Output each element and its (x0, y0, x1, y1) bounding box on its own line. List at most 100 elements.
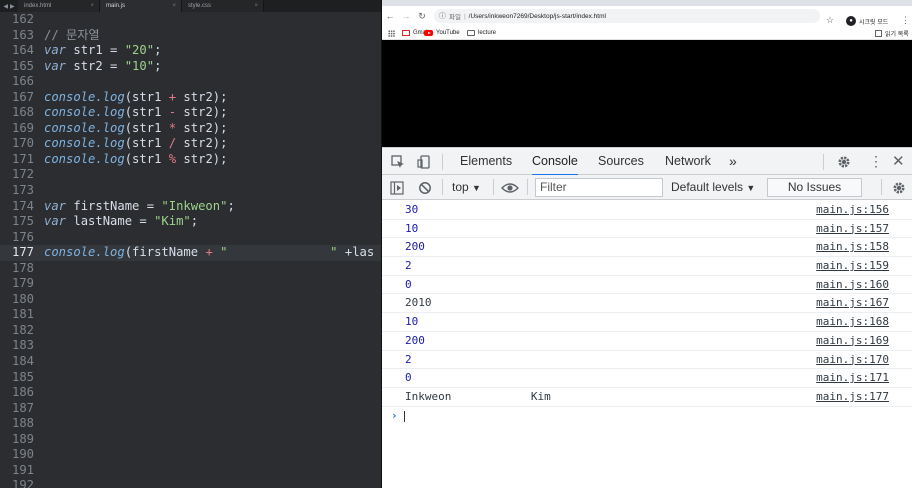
bookmark-youtube[interactable]: YouTube (424, 28, 460, 38)
code-line[interactable]: 186 (0, 385, 381, 401)
code-line[interactable]: 189 (0, 432, 381, 448)
console-message: 10 main.js:168 (382, 313, 912, 332)
arrow-right-icon[interactable]: ▶ (10, 3, 15, 10)
code-line[interactable]: 173 (0, 183, 381, 199)
editor-tab-style-css[interactable]: style.css × (182, 0, 264, 12)
code-line[interactable]: 175 var lastName = "Kim"; (0, 214, 381, 230)
code-text: console.log(str1 + str2); (44, 89, 228, 104)
more-tabs-button[interactable]: » (729, 148, 737, 176)
console-value: 2 (405, 352, 412, 366)
live-expression-eye-icon[interactable] (501, 181, 519, 195)
code-line[interactable]: 191 (0, 463, 381, 479)
source-link[interactable]: main.js:160 (816, 276, 889, 295)
close-icon[interactable]: × (254, 3, 258, 9)
reading-list-button[interactable]: 읽기 목록 (875, 28, 909, 38)
code-line[interactable]: 169 console.log(str1 * str2); (0, 121, 381, 137)
code-line[interactable]: 178 (0, 261, 381, 277)
source-link[interactable]: main.js:167 (816, 294, 889, 313)
code-line[interactable]: 185 (0, 370, 381, 386)
tab-elements[interactable]: Elements (460, 148, 512, 176)
line-number: 169 (11, 120, 34, 135)
code-line[interactable]: 183 (0, 338, 381, 354)
code-line[interactable]: 190 (0, 447, 381, 463)
editor-nav-arrows[interactable]: ◀ ▶ (0, 0, 18, 12)
console-prompt[interactable]: › (382, 407, 912, 425)
console-settings-gear-icon[interactable] (892, 181, 906, 195)
source-link[interactable]: main.js:156 (816, 201, 889, 220)
url-text: /Users/inkweon7269/Desktop/js-start/inde… (468, 12, 606, 20)
code-line[interactable]: 172 (0, 167, 381, 183)
console-message: 2010 main.js:167 (382, 294, 912, 314)
source-link[interactable]: main.js:158 (816, 238, 889, 257)
bookmark-star-icon[interactable]: ☆ (826, 15, 834, 26)
reload-button[interactable]: ↻ (414, 6, 430, 26)
issues-button[interactable]: No Issues (767, 178, 862, 197)
source-link[interactable]: main.js:169 (816, 332, 889, 351)
inspect-element-icon[interactable] (391, 155, 405, 169)
close-icon[interactable]: × (172, 3, 176, 9)
sidebar-toggle-icon[interactable] (390, 181, 404, 195)
code-line[interactable]: 179 (0, 276, 381, 292)
toolbar-divider (442, 179, 443, 195)
apps-grid-icon (388, 29, 395, 37)
code-line[interactable]: 166 (0, 74, 381, 90)
code-area[interactable]: 162 163 // 문자열 164 var str1 = "20"; 165 var st… (0, 12, 381, 488)
code-line[interactable]: 164 var str1 = "20"; (0, 43, 381, 59)
source-link[interactable]: main.js:171 (816, 369, 889, 388)
code-line[interactable]: 170 console.log(str1 / str2); (0, 136, 381, 152)
code-editor[interactable]: ◀ ▶ index.html × main.js × style.css × 162 16… (0, 0, 381, 488)
source-link[interactable]: main.js:159 (816, 257, 889, 276)
console-value: 0 (405, 371, 412, 385)
arrow-left-icon[interactable]: ◀ (3, 3, 8, 10)
tab-sources[interactable]: Sources (598, 148, 644, 176)
dropdown-arrow-icon: ▼ (472, 183, 481, 193)
close-devtools-icon[interactable]: ✕ (892, 148, 905, 176)
log-levels-dropdown[interactable]: Default levels ▼ (671, 175, 755, 200)
apps-button[interactable] (388, 28, 395, 38)
code-text: var str1 = "20"; (44, 43, 162, 58)
code-line[interactable]: 180 (0, 292, 381, 308)
code-line[interactable]: 165 var str2 = "10"; (0, 59, 381, 75)
devtools-menu-icon[interactable]: ⋮ (869, 148, 883, 176)
browser-menu-icon[interactable]: ⋮ (901, 15, 910, 26)
line-number: 186 (11, 385, 34, 400)
bookmark-lecture[interactable]: lecture (467, 28, 496, 38)
code-line[interactable]: 188 (0, 416, 381, 432)
code-line[interactable]: 187 (0, 401, 381, 417)
code-line[interactable]: 167 console.log(str1 + str2); (0, 90, 381, 106)
close-icon[interactable]: × (90, 3, 94, 9)
address-bar[interactable]: ⓘ 파일 | /Users/inkweon7269/Desktop/js-sta… (434, 9, 820, 23)
device-toolbar-icon[interactable] (417, 155, 431, 169)
editor-tab-main-js[interactable]: main.js × (100, 0, 182, 12)
source-link[interactable]: main.js:157 (816, 220, 889, 239)
code-line[interactable]: 177 console.log(firstName + " " +las (0, 245, 381, 261)
back-button[interactable]: ← (382, 6, 398, 26)
code-line[interactable]: 162 (0, 12, 381, 28)
scheme-label: 파일 (449, 14, 461, 21)
tab-console[interactable]: Console (532, 148, 578, 176)
log-levels-label: Default levels (671, 180, 744, 194)
code-line[interactable]: 168 console.log(str1 - str2); (0, 105, 381, 121)
code-line[interactable]: 192 (0, 478, 381, 488)
code-line[interactable]: 176 (0, 230, 381, 246)
source-link[interactable]: main.js:170 (816, 351, 889, 370)
source-link[interactable]: main.js:177 (816, 388, 889, 407)
page-viewport[interactable] (382, 40, 912, 147)
console-filter-input[interactable]: Filter (535, 178, 663, 197)
tab-network[interactable]: Network (665, 148, 711, 176)
source-link[interactable]: main.js:168 (816, 313, 889, 332)
code-line[interactable]: 174 var firstName = "Inkweon"; (0, 199, 381, 215)
code-line[interactable]: 182 (0, 323, 381, 339)
info-icon[interactable]: ⓘ (439, 11, 446, 21)
bookmarks-bar: Gmail YouTube lecture 읽기 목록 (382, 26, 912, 40)
forward-button[interactable]: → (398, 6, 414, 26)
code-line[interactable]: 171 console.log(str1 % str2); (0, 152, 381, 168)
code-line[interactable]: 184 (0, 354, 381, 370)
console-output[interactable]: 30 main.js:156 10 main.js:157 200 main.js:158… (382, 201, 912, 425)
clear-console-icon[interactable] (418, 181, 432, 195)
editor-tab-index-html[interactable]: index.html × (18, 0, 100, 12)
code-line[interactable]: 181 (0, 307, 381, 323)
context-selector[interactable]: top ▼ (452, 175, 481, 200)
settings-gear-icon[interactable] (837, 155, 851, 169)
code-line[interactable]: 163 // 문자열 (0, 28, 381, 44)
